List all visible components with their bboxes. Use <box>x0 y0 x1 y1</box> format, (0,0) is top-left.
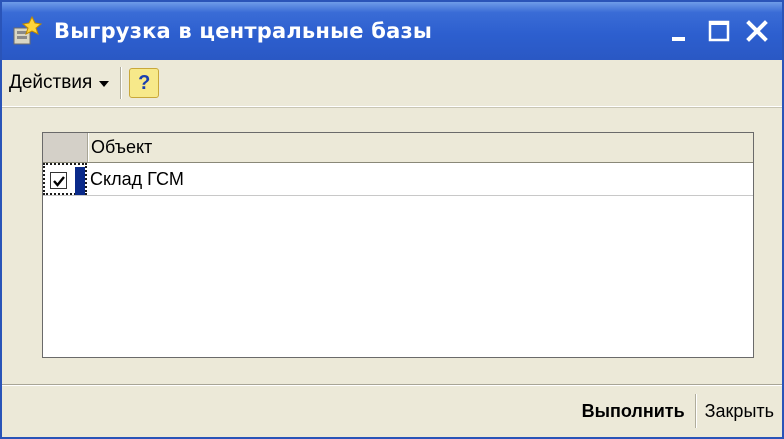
help-button[interactable]: ? <box>129 68 160 98</box>
close-button[interactable]: Закрыть <box>696 401 782 422</box>
table-row[interactable]: Склад ГСМ <box>43 163 753 196</box>
actions-menu-label: Действия <box>9 72 93 93</box>
checkbox-column-header[interactable] <box>43 133 88 162</box>
objects-table[interactable]: Объект Склад ГСМ <box>42 132 754 358</box>
toolbar: Действия ? <box>2 60 782 107</box>
dialog-window: Выгрузка в центральные базы Действия ? О… <box>0 0 784 439</box>
column-header-object[interactable]: Объект <box>88 133 753 162</box>
chevron-down-icon <box>98 72 110 94</box>
footer-bar: Выполнить Закрыть <box>2 384 782 437</box>
checkmark-icon <box>52 175 65 187</box>
table-header: Объект <box>43 133 753 163</box>
minimize-icon[interactable] <box>666 16 696 46</box>
window-title: Выгрузка в центральные базы <box>54 19 433 43</box>
close-icon[interactable] <box>742 16 772 46</box>
toolbar-separator <box>120 67 122 99</box>
execute-button[interactable]: Выполнить <box>572 401 695 422</box>
actions-menu-button[interactable]: Действия <box>9 72 110 94</box>
row-selection-marker <box>75 167 85 195</box>
row-checkbox[interactable] <box>50 172 67 189</box>
checkbox-cell[interactable] <box>43 163 87 195</box>
row-object-cell[interactable]: Склад ГСМ <box>88 163 753 195</box>
title-bar[interactable]: Выгрузка в центральные базы <box>2 2 782 60</box>
maximize-icon[interactable] <box>704 16 734 46</box>
window-controls <box>666 16 772 46</box>
settings-app-icon <box>10 14 44 48</box>
